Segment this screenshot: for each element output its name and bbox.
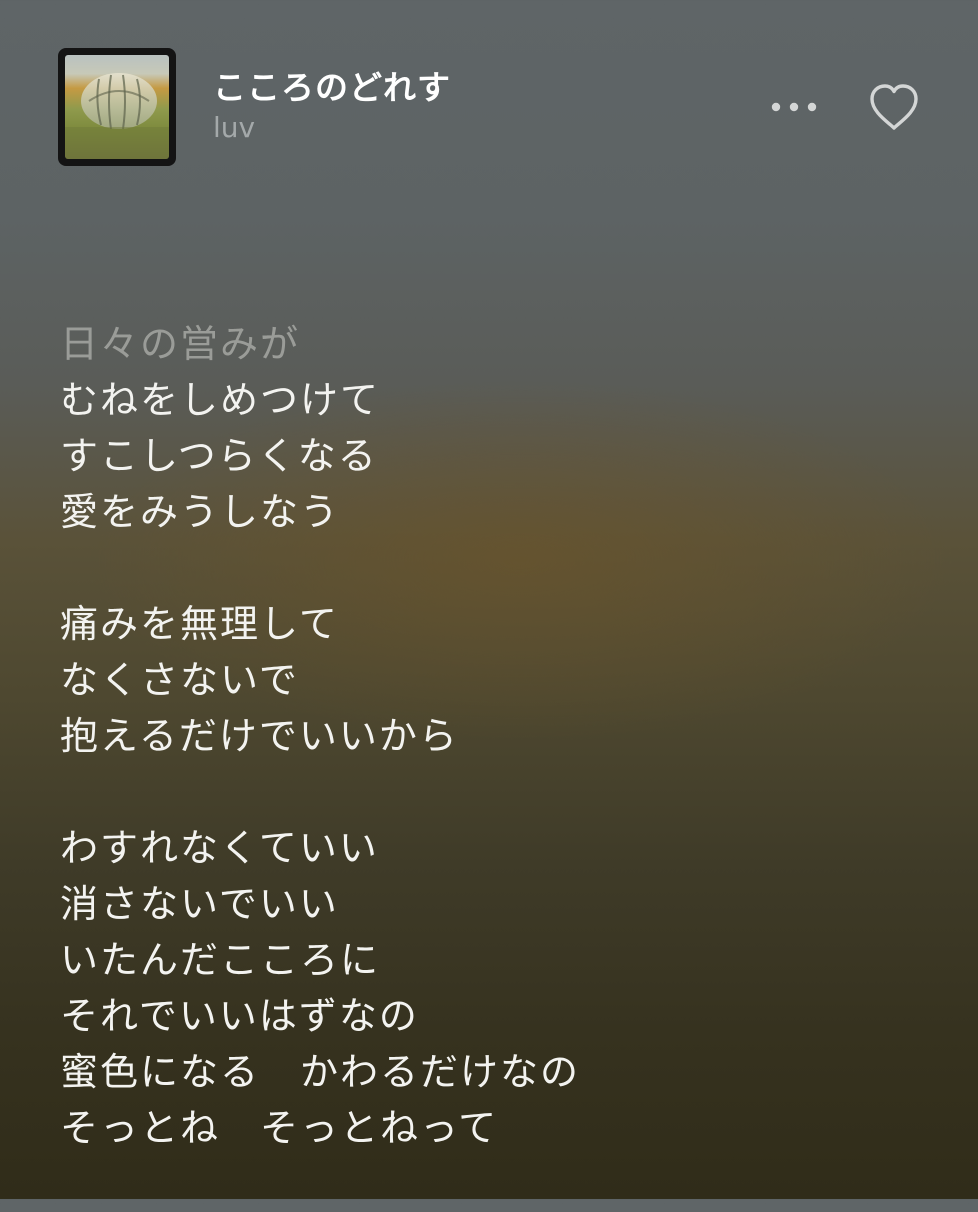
- lyric-line[interactable]: わすれなくていい: [60, 820, 920, 876]
- lyric-line[interactable]: 蜜色になる かわるだけなの: [60, 1044, 920, 1100]
- lyric-line[interactable]: 痛みを無理して: [60, 596, 920, 652]
- lyric-stanza: 痛みを無理して なくさないで 抱えるだけでいいから: [60, 596, 920, 764]
- lyric-stanza: 日々の営みが むねをしめつけて すこしつらくなる 愛をみうしなう: [60, 316, 920, 540]
- song-title[interactable]: こころのどれす: [213, 68, 451, 108]
- lyric-line[interactable]: 日々の営みが: [60, 316, 920, 372]
- favorite-button[interactable]: [866, 82, 922, 134]
- artist-name[interactable]: luv: [213, 110, 451, 146]
- lyric-line[interactable]: むねをしめつけて: [60, 372, 920, 428]
- lyric-line[interactable]: すこしつらくなる: [60, 428, 920, 484]
- ellipsis-icon: [771, 102, 817, 112]
- album-artwork[interactable]: [58, 48, 176, 166]
- lyric-line[interactable]: 抱えるだけでいいから: [60, 708, 920, 764]
- lyric-line[interactable]: 愛をみうしなう: [60, 484, 920, 540]
- lyric-line[interactable]: いたんだこころに: [60, 932, 920, 988]
- heart-outline-icon: [870, 84, 918, 130]
- track-info: こころのどれす luv: [213, 68, 451, 146]
- lyric-line[interactable]: それでいいはずなの: [60, 988, 920, 1044]
- lyric-line[interactable]: そっとね そっとねって: [60, 1100, 920, 1156]
- album-artwork-image: [65, 55, 169, 159]
- more-options-button[interactable]: [766, 92, 822, 122]
- lyric-stanza: わすれなくていい 消さないでいい いたんだこころに それでいいはずなの 蜜色にな…: [60, 820, 920, 1156]
- now-playing-header: こころのどれす luv: [0, 0, 978, 200]
- lyrics-view: 日々の営みが むねをしめつけて すこしつらくなる 愛をみうしなう 痛みを無理して…: [60, 316, 920, 1212]
- lyric-line[interactable]: なくさないで: [60, 652, 920, 708]
- lyric-line[interactable]: 消さないでいい: [60, 876, 920, 932]
